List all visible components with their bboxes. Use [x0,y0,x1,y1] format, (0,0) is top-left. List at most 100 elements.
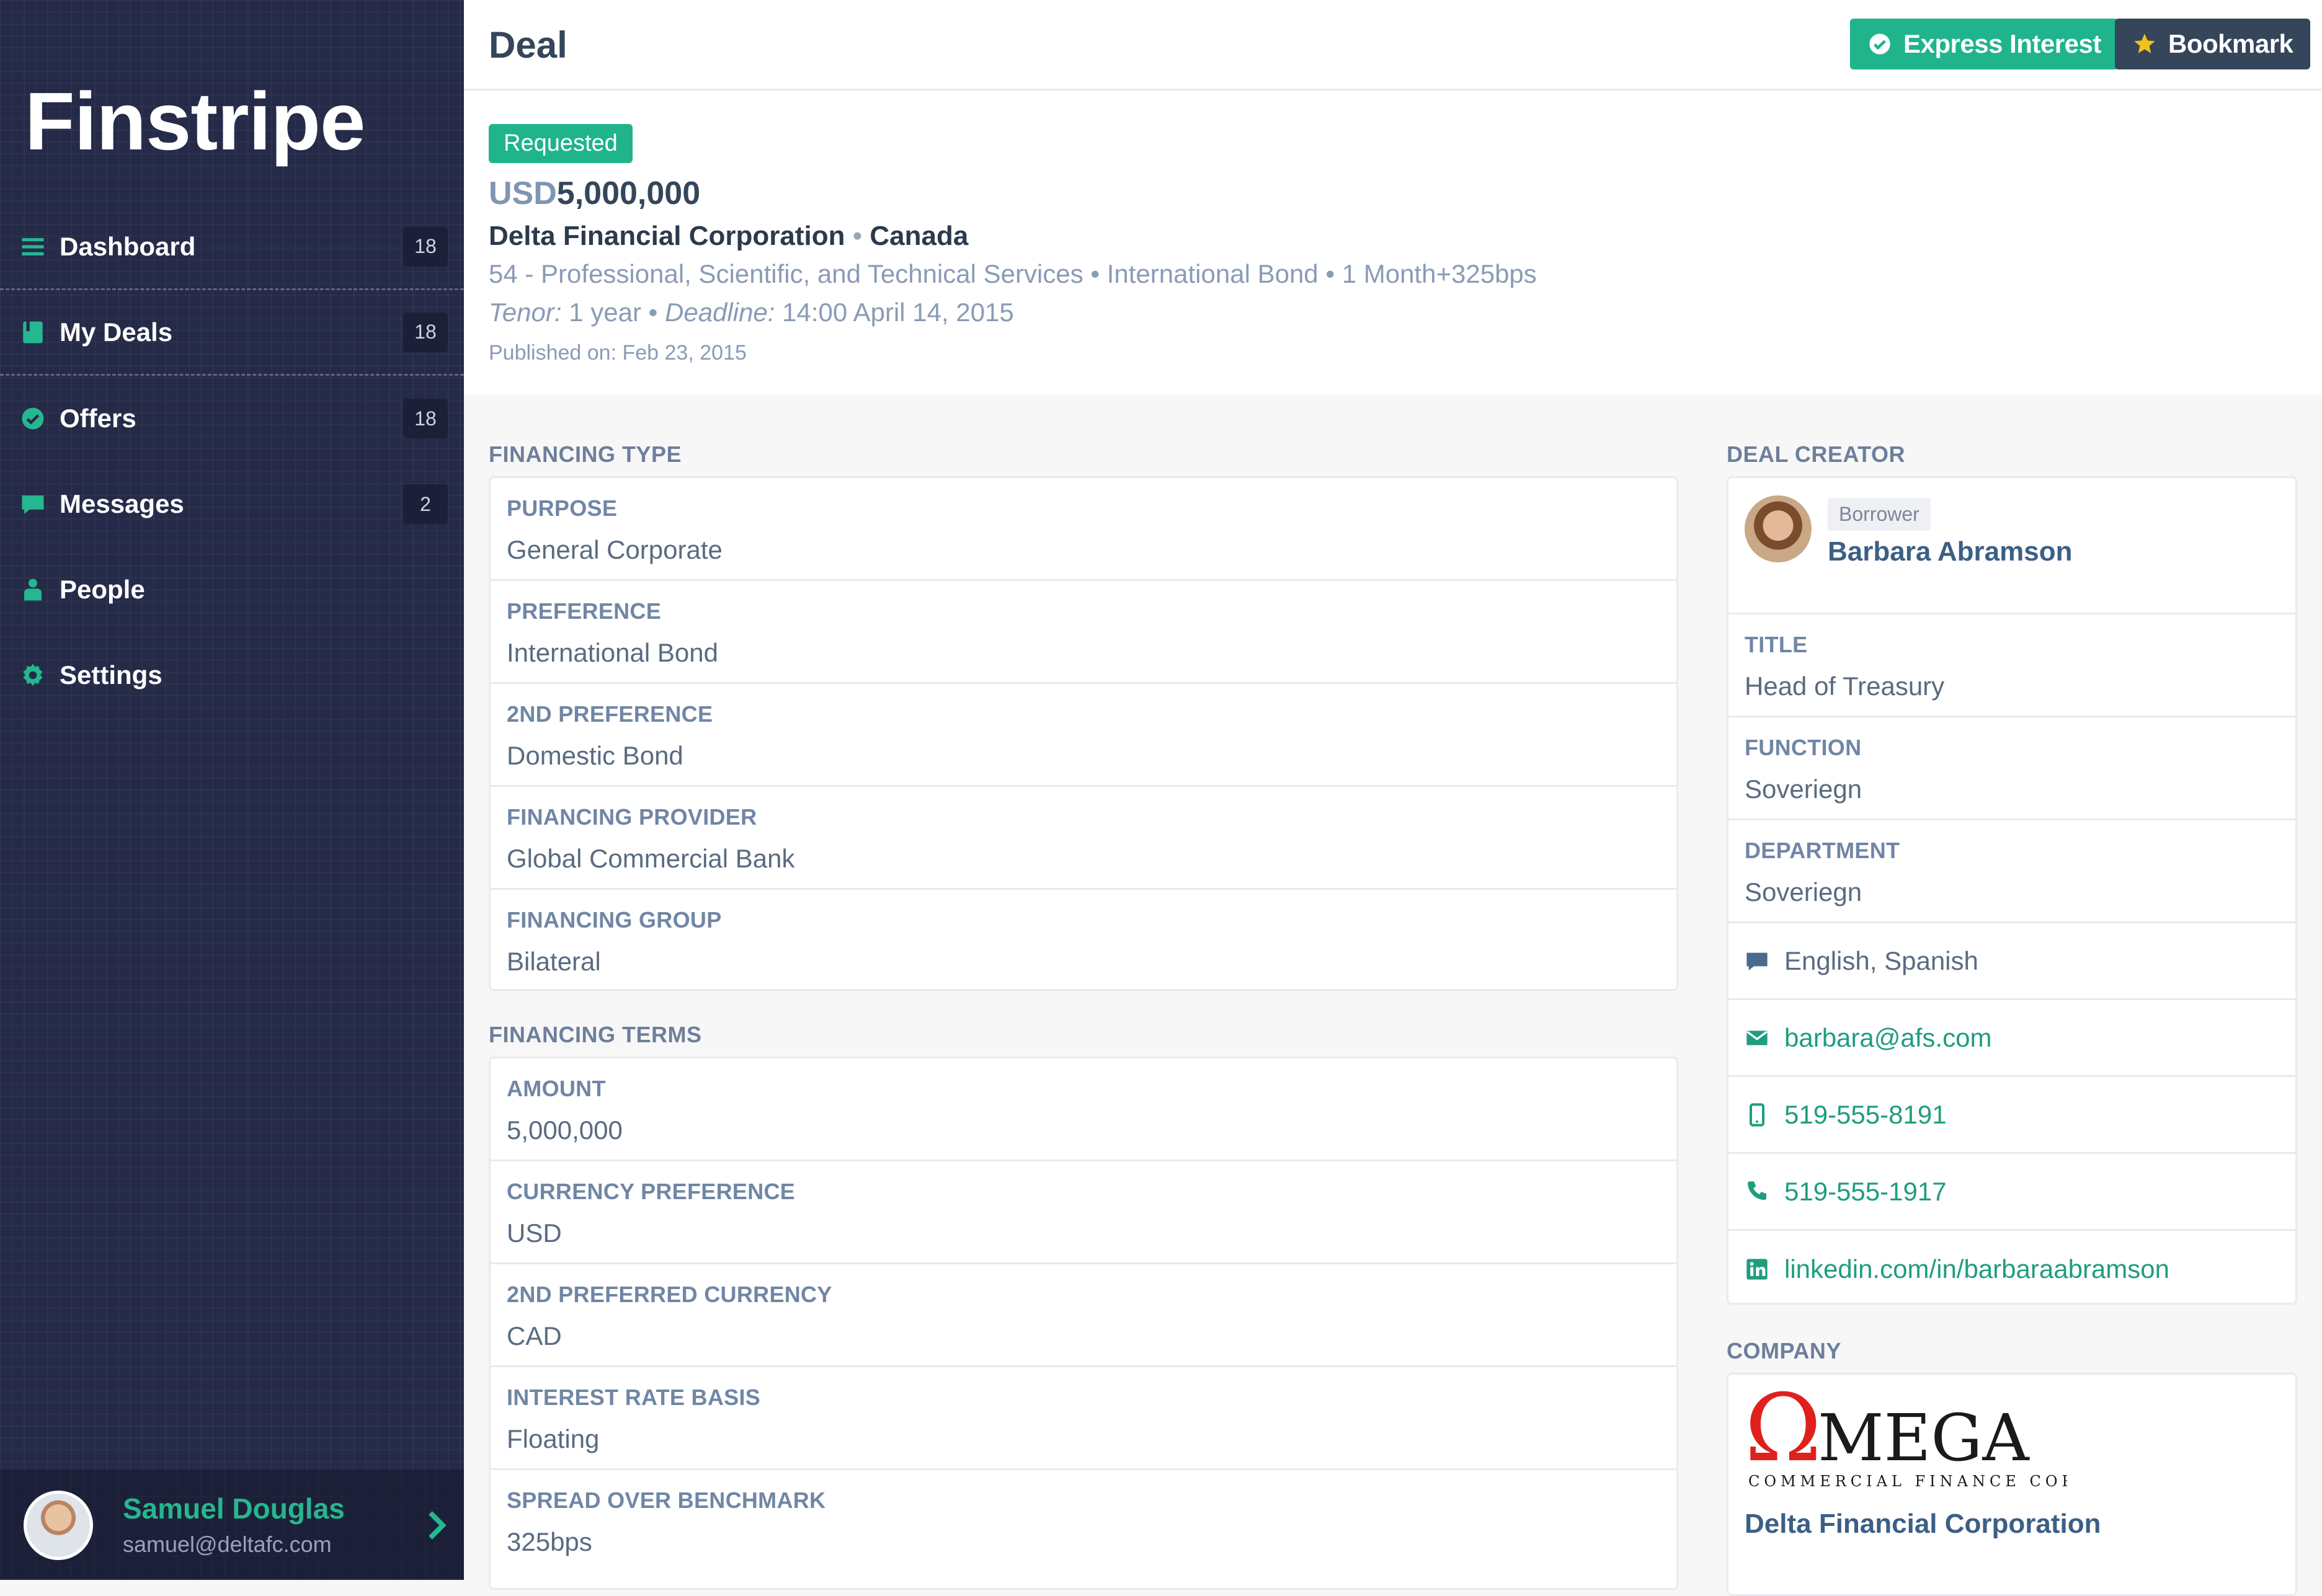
sidebar-nav: Dashboard 18 My Deals 18 Offers 18 Messa… [0,205,464,718]
express-interest-button[interactable]: Express Interest [1850,19,2119,69]
deal-creator-panel: Borrower Barbara Abramson TITLE Head of … [1727,476,2297,1305]
sidebar-item-my-deals[interactable]: My Deals 18 [0,290,464,376]
field-value: Soveriegn [1745,774,1862,804]
published-date: Published on: Feb 23, 2015 [489,341,747,365]
field-value: Soveriegn [1745,877,1862,907]
check-circle-icon [20,406,46,432]
express-interest-label: Express Interest [1903,29,2101,58]
tenor-label: Tenor: [489,298,562,327]
sidebar-item-offers[interactable]: Offers 18 [0,376,464,461]
sidebar-item-label: Settings [60,660,162,689]
deal-meta: 54 - Professional, Scientific, and Techn… [489,259,1537,288]
company-name: Delta Financial Corporation [489,221,845,251]
country: Canada [870,221,969,251]
mobile-phone-icon [1750,1102,1764,1127]
tenor-deadline: Tenor: 1 year • Deadline: 14:00 April 14… [489,298,1014,327]
avatar [24,1491,93,1560]
field-value: 325bps [507,1527,592,1556]
user-name: Samuel Douglas [123,1492,345,1525]
tenor-value: 1 year [569,298,641,327]
separator: • [648,298,658,327]
field-value: CAD [507,1321,562,1350]
sidebar-item-dashboard[interactable]: Dashboard 18 [0,205,464,290]
avatar [1745,495,1812,562]
role-badge: Borrower [1828,498,1931,531]
separator: • [852,221,863,251]
sidebar-item-label: People [60,575,145,604]
field-value: Bilateral [507,947,601,976]
brand-logo[interactable]: Finstripe [25,74,365,168]
company-name[interactable]: Delta Financial Corporation [1745,1509,2101,1540]
book-icon [20,319,46,345]
field-financing-provider: FINANCING PROVIDER Global Commercial Ban… [491,787,1676,890]
languages-row: English, Spanish [1728,923,2295,1000]
sidebar-item-messages[interactable]: Messages 2 [0,461,464,547]
mobile-link[interactable]: 519-555-8191 [1784,1100,1947,1130]
person-icon [20,577,46,603]
field-value: USD [507,1218,562,1248]
company-title: COMPANY [1727,1338,1841,1363]
amount-currency: USD [489,175,557,211]
count-badge: 18 [403,312,448,352]
sidebar-item-settings[interactable]: Settings [0,632,464,718]
count-badge: 18 [403,399,448,438]
bookmark-button[interactable]: Bookmark [2115,19,2311,69]
company-panel: Ω MEGA COMMERCIAL FINANCE CORP Delta Fin… [1727,1373,2297,1596]
field-label: 2ND PREFERENCE [507,701,713,727]
field-value: Head of Treasury [1745,672,1945,701]
sidebar: Finstripe Dashboard 18 My Deals 18 Offer… [0,0,464,1580]
field-value: General Corporate [507,535,723,564]
field-value: International Bond [507,638,718,667]
field-title: TITLE Head of Treasury [1728,614,2295,717]
page-title: Deal [489,24,567,66]
deal-summary: Requested USD5,000,000 Delta Financial C… [464,91,2322,394]
phone-row[interactable]: 519-555-1917 [1728,1154,2295,1231]
deadline-value: 14:00 April 14, 2015 [782,298,1014,327]
count-badge: 18 [403,226,448,267]
page-header: Deal Express Interest Bookmark [464,0,2322,91]
creator-name[interactable]: Barbara Abramson [1828,536,2073,567]
financing-type-title: FINANCING TYPE [489,441,682,467]
bookmark-label: Bookmark [2168,29,2293,58]
field-department: DEPARTMENT Soveriegn [1728,820,2295,923]
status-badge: Requested [489,124,633,163]
svg-text:MEGA: MEGA [1818,1400,2030,1476]
linkedin-link[interactable]: linkedin.com/in/barbaraabramson [1784,1254,2169,1284]
check-circle-icon [1869,33,1890,55]
field-label: DEPARTMENT [1745,838,1900,863]
field-amount: AMOUNT 5,000,000 [491,1058,1676,1161]
deal-creator-title: DEAL CREATOR [1727,441,1906,467]
email-row[interactable]: barbara@afs.com [1728,1000,2295,1077]
sidebar-item-label: Dashboard [60,231,196,261]
amount-value: 5,000,000 [556,175,701,211]
field-value: Domestic Bond [507,741,683,770]
gear-icon [20,662,46,688]
chat-icon [20,491,46,517]
creator-profile[interactable]: Borrower Barbara Abramson [1728,478,2295,614]
phone-icon [1748,1181,1766,1200]
linkedin-icon [1746,1259,1768,1280]
field-label: PREFERENCE [507,598,662,624]
languages: English, Spanish [1784,946,1978,975]
email-link[interactable]: barbara@afs.com [1784,1023,1991,1053]
deadline-label: Deadline: [665,298,775,327]
phone-link[interactable]: 519-555-1917 [1784,1177,1947,1207]
financing-type-panel: PURPOSE General Corporate PREFERENCE Int… [489,476,1678,991]
company-logo: Ω MEGA COMMERCIAL FINANCE CORP [1745,1387,2067,1490]
current-user-card[interactable]: Samuel Douglas samuel@deltafc.com [0,1468,464,1580]
field-label: INTEREST RATE BASIS [507,1385,761,1410]
company-country: Delta Financial Corporation • Canada [489,221,968,252]
star-icon [2134,33,2155,53]
field-label: SPREAD OVER BENCHMARK [507,1487,826,1513]
field-spread-over-benchmark: SPREAD OVER BENCHMARK 325bps [491,1470,1676,1573]
sidebar-item-label: Offers [60,404,136,433]
chevron-right-icon[interactable] [424,1508,449,1543]
field-financing-group: FINANCING GROUP Bilateral [491,890,1676,993]
sidebar-item-label: My Deals [60,317,173,347]
user-email: samuel@deltafc.com [123,1532,332,1557]
sidebar-item-people[interactable]: People [0,547,464,632]
linkedin-row[interactable]: linkedin.com/in/barbaraabramson [1728,1231,2295,1308]
mobile-row[interactable]: 519-555-8191 [1728,1077,2295,1154]
field-interest-rate-basis: INTEREST RATE BASIS Floating [491,1367,1676,1470]
field-label: FUNCTION [1745,735,1862,760]
